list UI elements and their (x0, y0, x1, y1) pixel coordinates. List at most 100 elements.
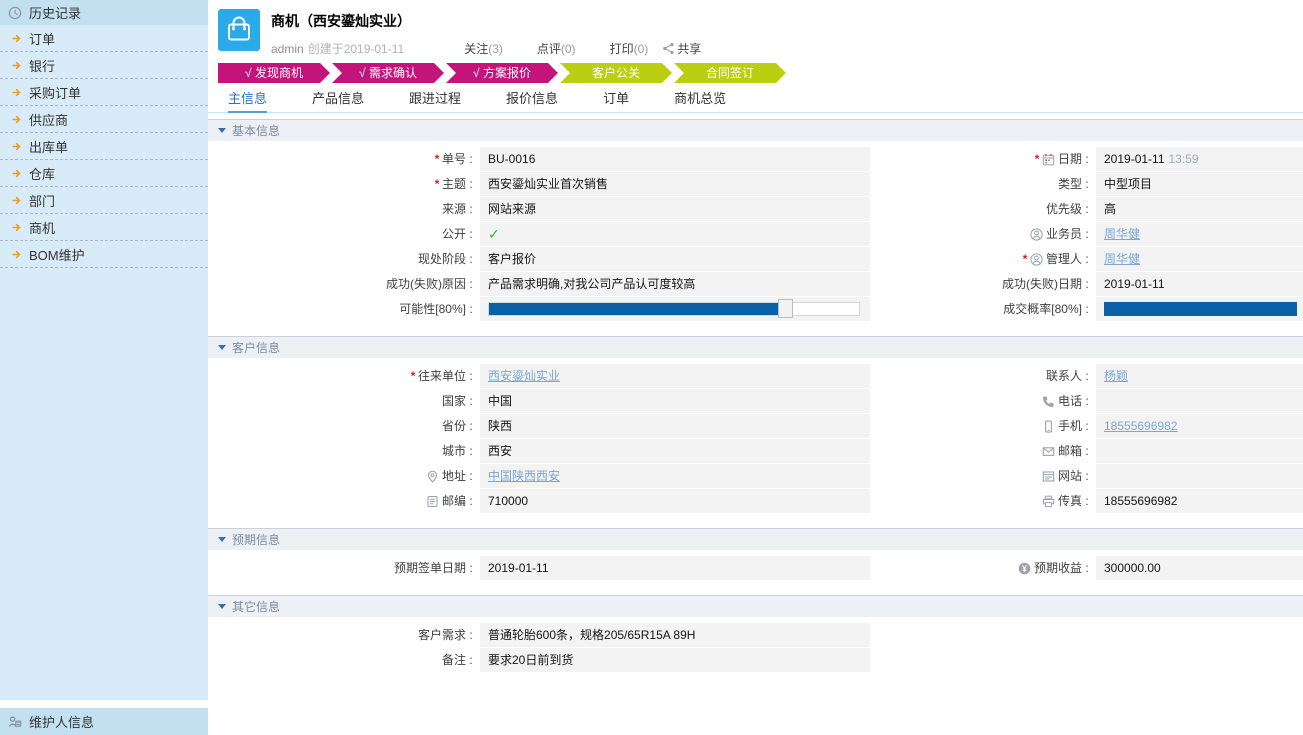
sidebar-item-bank[interactable]: 银行 (0, 52, 208, 79)
arrow-icon (11, 33, 22, 44)
possibility-slider[interactable] (488, 302, 860, 316)
sidebar-header: 历史记录 (0, 0, 208, 25)
tab-overview[interactable]: 商机总览 (674, 88, 726, 113)
field-company: 往来单位 西安鎏灿实业 (208, 364, 870, 388)
page-title: 商机（西安鎏灿实业） (271, 11, 701, 31)
sidebar-item-maintainer-info[interactable]: 维护人信息 (0, 708, 208, 735)
print-button[interactable]: 打印(0) (610, 40, 649, 57)
stage-quote[interactable]: √ 方案报价 (446, 63, 558, 83)
comment-button[interactable]: 点评(0) (537, 40, 576, 57)
section-expected: 预期签单日期 2019-01-11 预期收益 300000.00 (208, 556, 1303, 581)
collapse-triangle-icon (218, 537, 226, 542)
required-star (434, 172, 442, 196)
mobile-link[interactable]: 18555696982 (1104, 419, 1177, 433)
deal-probability-bar[interactable] (1104, 302, 1297, 316)
contact-link[interactable]: 杨颖 (1104, 369, 1128, 383)
mobile-icon (1042, 420, 1055, 433)
address-link[interactable]: 中国陕西西安 (488, 469, 560, 483)
collapse-triangle-icon (218, 128, 226, 133)
field-deal-probability: 成交概率[80%] (870, 297, 1303, 321)
sidebar-nav: 订单 银行 采购订单 供应商 出库单 仓库 (0, 25, 208, 700)
tab-follow-process[interactable]: 跟进过程 (409, 88, 461, 113)
field-address: 地址 中国陕西西安 (208, 464, 870, 488)
follow-button[interactable]: 关注(3) (464, 40, 503, 57)
sidebar-item-suppliers[interactable]: 供应商 (0, 106, 208, 133)
collapse-triangle-icon (218, 604, 226, 609)
arrow-icon (11, 141, 22, 152)
sidebar-item-warehouse[interactable]: 仓库 (0, 160, 208, 187)
stage-confirm[interactable]: √ 需求确认 (332, 63, 444, 83)
section-header-other[interactable]: 其它信息 (208, 595, 1303, 617)
sidebar-item-department[interactable]: 部门 (0, 187, 208, 214)
share-icon (662, 42, 675, 55)
field-website: 网站 (870, 464, 1303, 488)
sidebar-item-orders[interactable]: 订单 (0, 25, 208, 52)
sidebar-gap (0, 700, 208, 708)
phone-icon (1042, 395, 1055, 408)
clock-icon (8, 6, 22, 20)
field-country: 国家 中国 (208, 389, 870, 413)
field-source: 来源 网站来源 (208, 197, 870, 221)
created-date: 创建于2019-01-11 (308, 40, 405, 57)
section-basic: 单号 BU-0016 主题 西安鎏灿实业首次销售 来源 网站来源 公开 现处阶段 (208, 147, 1303, 322)
field-priority: 优先级 高 (870, 197, 1303, 221)
stage-contract[interactable]: 合同签订 (674, 63, 786, 83)
sidebar-footer-label: 维护人信息 (29, 712, 94, 731)
money-icon (1018, 562, 1031, 575)
sidebar: 历史记录 订单 银行 采购订单 供应商 出库单 (0, 0, 208, 735)
tab-product-info[interactable]: 产品信息 (312, 88, 364, 113)
required-star (434, 147, 442, 171)
arrow-icon (11, 60, 22, 71)
section-header-customer[interactable]: 客户信息 (208, 336, 1303, 358)
field-order-no: 单号 BU-0016 (208, 147, 870, 171)
section-other: 客户需求 普通轮胎600条，规格205/65R15A 89H 备注 要求20日前… (208, 623, 1303, 673)
field-email: 邮箱 (870, 439, 1303, 463)
stage-pipeline: √ 发现商机 √ 需求确认 √ 方案报价 客户公关 合同签订 (218, 63, 1303, 83)
field-possibility: 可能性[80%] (208, 297, 870, 321)
field-demand: 客户需求 普通轮胎600条，规格205/65R15A 89H (208, 623, 870, 647)
date-time: 13:59 (1169, 152, 1199, 166)
tab-quote-info[interactable]: 报价信息 (506, 88, 558, 113)
maintainer-icon (8, 715, 22, 729)
person-icon (1030, 228, 1043, 241)
calendar-icon (1042, 153, 1055, 166)
manager-link[interactable]: 周华健 (1104, 252, 1140, 266)
sidebar-item-outbound[interactable]: 出库单 (0, 133, 208, 160)
arrow-icon (11, 87, 22, 98)
section-header-expected[interactable]: 预期信息 (208, 528, 1303, 550)
sidebar-item-opportunity[interactable]: 商机 (0, 214, 208, 241)
possibility-slider-fill (489, 303, 785, 315)
zipcode-icon (426, 495, 439, 508)
tab-main-info[interactable]: 主信息 (228, 88, 267, 113)
field-fax: 传真 18555696982 (870, 489, 1303, 513)
stage-relations[interactable]: 客户公关 (560, 63, 672, 83)
field-salesman: 业务员 周华健 (870, 222, 1303, 246)
required-star (1022, 247, 1030, 271)
company-link[interactable]: 西安鎏灿实业 (488, 369, 560, 383)
arrow-icon (11, 114, 22, 125)
location-pin-icon (426, 470, 439, 483)
tab-orders[interactable]: 订单 (603, 88, 629, 113)
field-contact: 联系人 杨颖 (870, 364, 1303, 388)
share-button[interactable]: 共享 (662, 40, 701, 57)
arrow-icon (11, 222, 22, 233)
sidebar-item-bom[interactable]: BOM维护 (0, 241, 208, 268)
main-content: 商机（西安鎏灿实业） admin 创建于2019-01-11 关注(3) 点评(… (208, 0, 1303, 735)
record-header: 商机（西安鎏灿实业） admin 创建于2019-01-11 关注(3) 点评(… (208, 0, 1303, 60)
arrow-icon (11, 249, 22, 260)
section-header-basic[interactable]: 基本信息 (208, 119, 1303, 141)
possibility-slider-handle[interactable] (778, 299, 793, 318)
website-icon (1042, 470, 1055, 483)
stage-discover[interactable]: √ 发现商机 (218, 63, 330, 83)
collapse-triangle-icon (218, 345, 226, 350)
arrow-icon (11, 168, 22, 179)
fax-icon (1042, 495, 1055, 508)
sidebar-item-purchase-orders[interactable]: 采购订单 (0, 79, 208, 106)
field-revenue: 预期收益 300000.00 (870, 556, 1303, 580)
field-current-stage: 现处阶段 客户报价 (208, 247, 870, 271)
salesman-link[interactable]: 周华健 (1104, 227, 1140, 241)
arrow-icon (11, 195, 22, 206)
field-phone: 电话 (870, 389, 1303, 413)
person-icon (1030, 253, 1043, 266)
field-public: 公开 (208, 222, 870, 246)
